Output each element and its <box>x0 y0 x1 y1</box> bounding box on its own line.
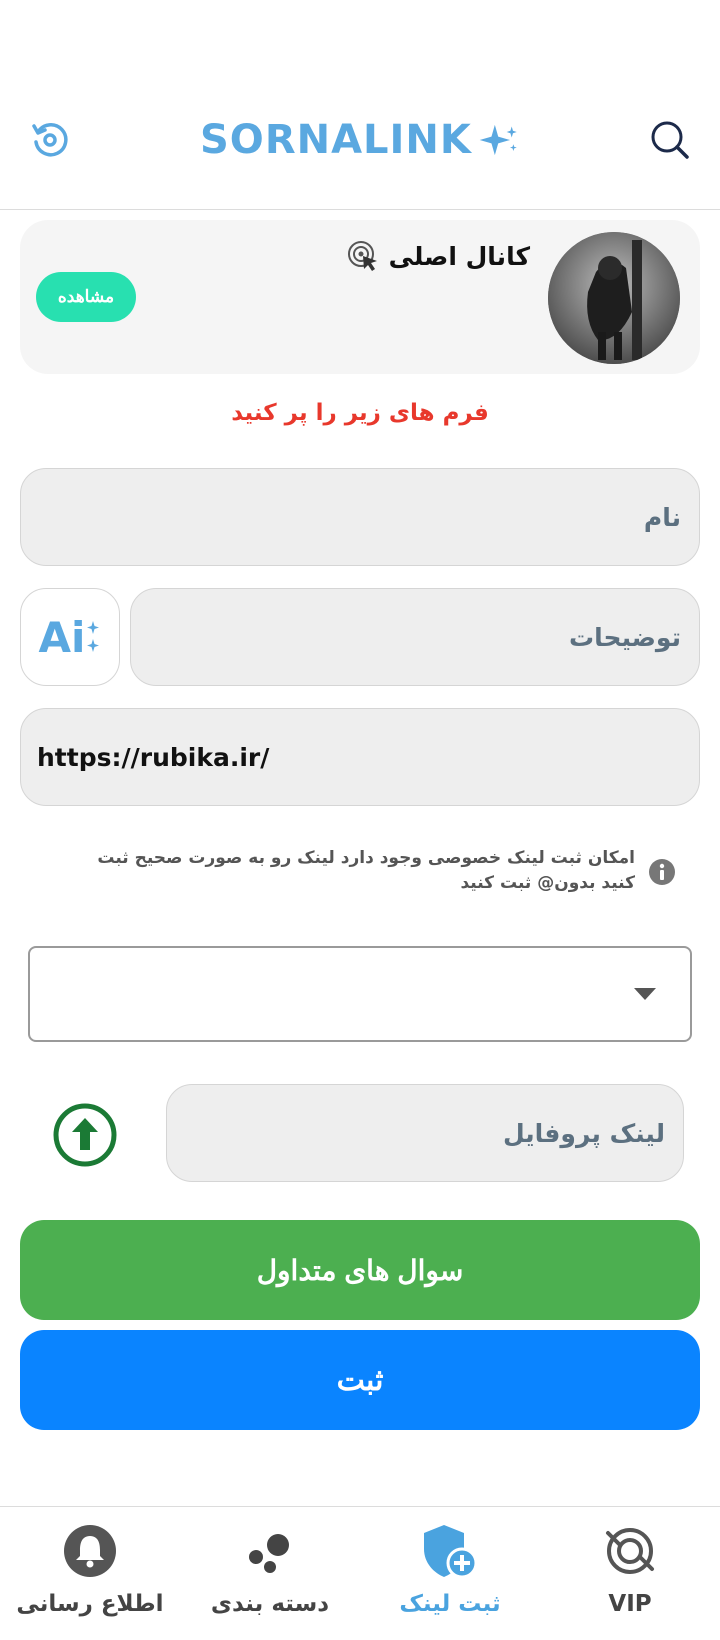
nav-label-submit-link: ثبت لینک <box>399 1591 501 1617</box>
chevron-down-icon <box>634 988 656 1000</box>
info-icon <box>649 859 675 885</box>
nav-item-submit-link[interactable]: ثبت لینک <box>360 1507 540 1640</box>
sparkle-icon <box>87 621 100 652</box>
nav-label-vip: VIP <box>608 1591 652 1617</box>
nav-label-categories: دسته بندی <box>210 1591 330 1617</box>
vip-target-icon <box>600 1521 660 1581</box>
name-placeholder: نام <box>643 502 681 532</box>
description-field[interactable]: توضیحات <box>130 588 700 686</box>
submit-button[interactable]: ثبت <box>20 1330 700 1430</box>
category-dropdown[interactable] <box>28 946 692 1042</box>
category-dots-icon <box>240 1521 300 1581</box>
upload-icon[interactable] <box>52 1102 118 1168</box>
form-instruction: فرم های زیر را پر کنید <box>231 400 489 426</box>
view-button[interactable]: مشاهده <box>36 272 136 322</box>
brand-logo: SORNALINK <box>200 108 520 172</box>
faq-button[interactable]: سوال های متداول <box>20 1220 700 1320</box>
channel-card: کانال اصلی مشاهده <box>20 220 700 374</box>
description-placeholder: توضیحات <box>569 622 681 652</box>
brand-name: SORNALINK <box>200 117 472 163</box>
target-click-icon <box>347 241 377 271</box>
nav-label-notifications: اطلاع رسانی <box>16 1591 164 1617</box>
search-icon[interactable] <box>644 114 696 166</box>
nav-item-notifications[interactable]: اطلاع رسانی <box>0 1507 180 1640</box>
link-note: امکان ثبت لینک خصوصی وجود دارد لینک رو ب… <box>97 848 635 893</box>
profile-link-placeholder: لینک پروفایل <box>502 1118 665 1148</box>
ai-generate-button[interactable]: Ai <box>20 588 120 686</box>
profile-link-field[interactable]: لینک پروفایل <box>166 1084 684 1182</box>
link-value: https://rubika.ir/ <box>37 742 270 772</box>
channel-avatar <box>548 232 680 364</box>
name-field[interactable]: نام <box>20 468 700 566</box>
shield-plus-icon <box>420 1521 480 1581</box>
link-field[interactable]: https://rubika.ir/ <box>20 708 700 806</box>
channel-title: کانال اصلی <box>388 241 530 271</box>
channel-title-row: کانال اصلی <box>347 240 530 272</box>
ai-label: Ai <box>38 612 86 662</box>
nav-item-categories[interactable]: دسته بندی <box>180 1507 360 1640</box>
refresh-icon[interactable] <box>24 114 76 166</box>
bottom-nav: اطلاع رسانی دسته بندی ثبت لینک VIP <box>0 1506 720 1640</box>
app-header: SORNALINK <box>0 0 720 210</box>
nav-item-vip[interactable]: VIP <box>540 1507 720 1640</box>
bell-icon <box>60 1521 120 1581</box>
sparkle-icon <box>479 124 517 156</box>
